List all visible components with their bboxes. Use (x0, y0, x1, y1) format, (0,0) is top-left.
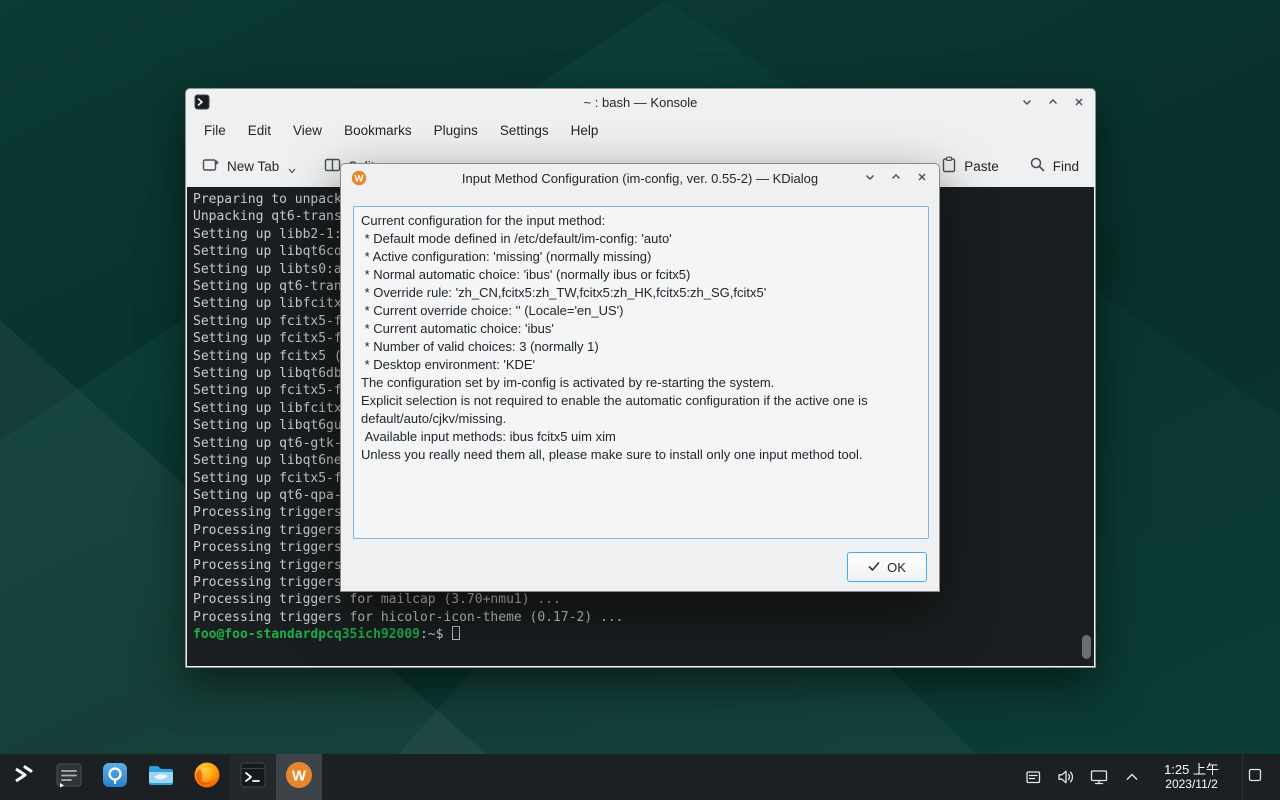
paste-label: Paste (964, 159, 999, 174)
terminal-prompt: foo@foo-standardpcq35ich92009:~$ (193, 626, 1094, 643)
terminal-line: Processing triggers for mailcap (3.70+nm… (193, 591, 1094, 608)
wine-w-icon: W (284, 760, 314, 795)
system-tray: 1:25 上午 2023/11/2 (1024, 754, 1280, 800)
minimize-icon[interactable] (1020, 95, 1034, 109)
dialog-text-line: Available input methods: ibus fcitx5 uim… (361, 428, 921, 446)
dialog-window-controls (863, 164, 929, 190)
find-label: Find (1053, 159, 1079, 174)
find-icon (1029, 156, 1046, 176)
konsole-icon (194, 94, 210, 110)
dialog-text-line: Unless you really need them all, please … (361, 446, 921, 464)
dialog-text-line: Explicit selection is not required to en… (361, 392, 921, 428)
prompt-user: foo@foo-standardpcq35ich92009 (193, 627, 420, 642)
firefox-button[interactable] (184, 754, 230, 800)
window-title: ~ : bash — Konsole (186, 95, 1095, 110)
dialog-text-line: * Normal automatic choice: 'ibus' (norma… (361, 266, 921, 284)
close-icon[interactable] (1072, 95, 1086, 109)
dialog-text-line: Current configuration for the input meth… (361, 212, 921, 230)
dialog-text-line: * Current override choice: '' (Locale='e… (361, 302, 921, 320)
split-view-icon (324, 157, 341, 176)
kdialog-window: W Input Method Configuration (im-config,… (340, 163, 940, 592)
dolphin-button[interactable] (138, 754, 184, 800)
show-desktop-icon (1248, 768, 1262, 787)
terminal-scrollbar[interactable] (1082, 635, 1091, 659)
konsole-titlebar[interactable]: ~ : bash — Konsole (186, 89, 1095, 115)
menu-item[interactable]: Settings (489, 118, 560, 143)
desktop: ~ : bash — Konsole FileEditViewBookmarks… (0, 0, 1280, 800)
dialog-text-line: * Desktop environment: 'KDE' (361, 356, 921, 374)
dialog-text-line: * Override rule: 'zh_CN,fcitx5:zh_TW,fci… (361, 284, 921, 302)
volume-icon[interactable] (1057, 768, 1075, 786)
firefox-icon (193, 761, 221, 794)
clock-date: 2023/11/2 (1165, 777, 1218, 792)
blue-app-icon (101, 761, 129, 794)
dropdown-caret-icon (288, 162, 296, 177)
dialog-text-line: The configuration set by im-config is ac… (361, 374, 921, 392)
notifications-icon[interactable] (1024, 768, 1042, 786)
menu-item[interactable]: Bookmarks (333, 118, 423, 143)
display-icon[interactable] (1090, 768, 1108, 786)
ok-button[interactable]: OK (847, 552, 927, 582)
dialog-text-line: * Current automatic choice: 'ibus' (361, 320, 921, 338)
dialog-text-line: * Default mode defined in /etc/default/i… (361, 230, 921, 248)
menu-item[interactable]: Plugins (423, 118, 489, 143)
clock[interactable]: 1:25 上午 2023/11/2 (1156, 762, 1227, 792)
maximize-icon[interactable] (1046, 95, 1060, 109)
dialog-title: Input Method Configuration (im-config, v… (341, 171, 939, 186)
new-tab-icon (202, 157, 220, 176)
terminal-line: Processing triggers for hicolor-icon-the… (193, 609, 1094, 626)
new-tab-label: New Tab (227, 159, 279, 174)
prompt-path: :~$ (420, 627, 451, 642)
svg-text:W: W (292, 767, 307, 784)
dolphin-icon (146, 760, 176, 795)
paste-button[interactable]: Paste (941, 156, 999, 176)
app-launcher-button[interactable] (0, 754, 46, 800)
tray-expand-icon[interactable] (1123, 768, 1141, 786)
paste-icon (941, 156, 957, 176)
ok-label: OK (887, 560, 906, 575)
blue-app-button[interactable] (92, 754, 138, 800)
konsole-task-icon (239, 761, 267, 794)
task-list-button[interactable] (46, 754, 92, 800)
menu-item[interactable]: Help (560, 118, 610, 143)
app-launcher-icon (8, 760, 38, 795)
clock-time: 1:25 上午 (1164, 762, 1219, 777)
task-list-icon (54, 760, 84, 795)
kdialog-titlebar[interactable]: W Input Method Configuration (im-config,… (341, 164, 939, 192)
show-desktop-button[interactable] (1242, 754, 1266, 800)
check-icon (868, 560, 880, 575)
menu-item[interactable]: File (193, 118, 237, 143)
kdialog-app-icon: W (351, 170, 367, 186)
terminal-cursor (452, 626, 460, 640)
dialog-message-area: Current configuration for the input meth… (353, 206, 929, 539)
menu-item[interactable]: Edit (237, 118, 282, 143)
close-icon[interactable] (915, 170, 929, 184)
im-config-task-button[interactable]: W (276, 754, 322, 800)
menu-item[interactable]: View (282, 118, 333, 143)
svg-text:W: W (355, 173, 364, 184)
konsole-task-button[interactable] (230, 754, 276, 800)
find-button[interactable]: Find (1029, 156, 1079, 176)
dialog-text-line: * Active configuration: 'missing' (norma… (361, 248, 921, 266)
minimize-icon[interactable] (863, 170, 877, 184)
taskbar: W 1:25 上午 2023/11/2 (0, 754, 1280, 800)
window-controls (1020, 89, 1086, 115)
konsole-menubar: FileEditViewBookmarksPluginsSettingsHelp (186, 115, 1095, 145)
maximize-icon[interactable] (889, 170, 903, 184)
new-tab-button[interactable]: New Tab (202, 156, 296, 177)
dialog-text-line: * Number of valid choices: 3 (normally 1… (361, 338, 921, 356)
